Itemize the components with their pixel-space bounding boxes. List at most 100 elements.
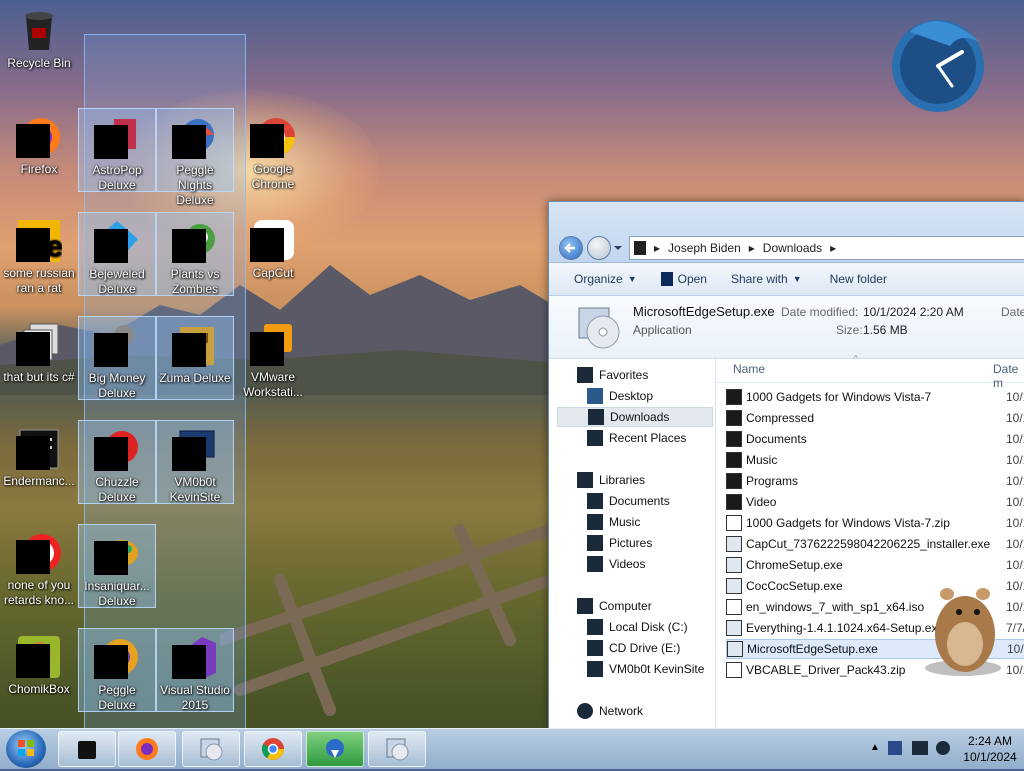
nav-label: VM0b0t KevinSite [609,662,705,676]
new-folder-button[interactable]: New folder [814,272,899,286]
desktop-icon-insaniquarium[interactable]: Insaniquar... Deluxe [78,524,156,608]
desktop-icon-peggle-nights[interactable]: Peggle Nights Deluxe [156,108,234,207]
folder-icon [634,241,646,255]
desktop-icon-firefox[interactable]: Firefox [0,108,78,192]
nav-network[interactable]: Network [577,701,643,721]
taskbar-installer-2[interactable] [368,731,426,767]
computer-icon [577,598,593,614]
nav-favorites[interactable]: Favorites [577,365,648,385]
file-row[interactable]: Video 10/1/ [726,492,1024,512]
tray-app-icon[interactable] [888,741,902,755]
desktop-icon-label: Zuma Deluxe [159,371,231,385]
desktop-icon-vm-kevinsite[interactable]: VM0b0t KevinSite [156,420,234,504]
game-icon [94,115,140,161]
nav-recent-places[interactable]: Recent Places [587,428,686,448]
desktop-icon-google-chrome[interactable]: Google Chrome [234,108,312,192]
nav-vm-site[interactable]: VM0b0t KevinSite [587,659,704,679]
breadcrumb-item[interactable]: Joseph Biden [668,241,741,255]
firefox-icon [136,738,158,760]
volume-icon[interactable] [936,741,950,755]
address-bar[interactable]: ▸ Joseph Biden ▸ Downloads ▸ [629,236,1024,260]
desktop-icon-big-money[interactable]: Big Money Deluxe [78,316,156,400]
desktop-icon-zuma[interactable]: Zuma Deluxe [156,316,234,400]
breadcrumb-separator: ▸ [830,241,837,255]
explorer-window[interactable]: ▸ Joseph Biden ▸ Downloads ▸ Organize ▼ … [548,201,1024,730]
nav-pictures[interactable]: Pictures [587,533,652,553]
desktop-icon-chuzzle[interactable]: Chuzzle Deluxe [78,420,156,504]
nav-label: Libraries [599,473,646,487]
chrome-icon [250,114,296,160]
share-with-button[interactable]: Share with ▼ [719,272,814,286]
nav-local-disk[interactable]: Local Disk (C:) [587,617,688,637]
desktop-icon-visual-studio[interactable]: Visual Studio 2015 [156,628,234,712]
file-row[interactable]: Compressed 10/1/ [726,408,1024,428]
column-header-date[interactable]: Date m [993,362,1024,390]
hamster-image [919,572,1009,682]
folder-icon [726,410,742,426]
file-date: 10/1/ [1006,453,1024,467]
taskbar-chrome[interactable] [244,731,302,767]
nav-label: Network [599,704,644,718]
file-row[interactable]: CapCut_7376222598042206225_installer.exe… [726,534,1024,554]
taskbar-download-manager[interactable] [306,731,364,767]
taskbar-recycle-bin[interactable] [58,731,116,767]
file-row[interactable]: Music 10/1/ [726,450,1024,470]
details-date-label: Date modified: [781,305,859,319]
clock-gadget[interactable] [880,12,998,116]
nav-downloads[interactable]: Downloads [557,407,713,427]
show-hidden-icons-arrow[interactable]: ▲ [870,742,880,753]
breadcrumb-item[interactable]: Downloads [763,241,822,255]
clock[interactable]: 2:24 AM 10/1/2024 [960,733,1020,765]
desktop-icon-recycle-bin[interactable]: Recycle Bin [0,2,78,86]
desktop-icon-label: Chuzzle Deluxe [95,475,139,504]
file-row[interactable]: 1000 Gadgets for Windows Vista-7 10/1/ [726,387,1024,407]
desktop-icon-capcut[interactable]: CapCut [234,212,312,296]
details-date-value: 10/1/2024 2:20 AM [863,305,964,319]
desktop-icon-astropop[interactable]: AstroPop Deluxe [78,108,156,192]
desktop-icon-chomikbox[interactable]: ChomikBox [0,628,78,712]
file-date: 10/1/ [1007,642,1024,656]
chevron-down-icon: ▼ [627,274,637,284]
organize-button[interactable]: Organize ▼ [549,272,649,286]
nav-libraries[interactable]: Libraries [577,470,645,490]
file-row[interactable]: 1000 Gadgets for Windows Vista-7.zip 10/1… [726,513,1024,533]
open-button[interactable]: Open [649,272,719,286]
forward-button[interactable] [587,236,611,260]
folder-icon [726,494,742,510]
taskbar-firefox[interactable] [118,731,176,767]
network-icon[interactable] [912,741,928,755]
column-headers: Name ^ Date m [716,354,1024,390]
desktop-icon-rat[interactable]: e some russian ran a rat [0,212,78,296]
recycle-bin-icon [16,8,62,54]
desktop-icon-endermanch[interactable]: Endermanc... [0,420,78,504]
nav-videos[interactable]: Videos [587,554,645,574]
file-name: Documents [746,432,807,446]
system-tray: ▲ 2:24 AM 10/1/2024 [844,729,1024,769]
desktop-icon-label: Insaniquar... Deluxe [84,579,150,608]
nav-music[interactable]: Music [587,512,640,532]
desktop-icon-bejeweled[interactable]: Bejeweled Deluxe [78,212,156,296]
sort-arrow-icon: ^ [854,354,858,363]
nav-documents[interactable]: Documents [587,491,670,511]
desktop-icon-label: ChomikBox [8,682,70,696]
desktop-icon-vmware[interactable]: VMware Workstati... [234,316,312,400]
start-button[interactable] [6,730,46,768]
desktop-icon-plants-vs-zombies[interactable]: Plants vs Zombies [156,212,234,296]
taskbar-installer-1[interactable] [182,731,240,767]
game-icon [172,115,218,161]
recent-pages-dropdown[interactable] [613,242,623,254]
nav-cd-drive[interactable]: CD Drive (E:) [587,638,680,658]
back-button[interactable] [559,236,583,260]
nav-computer[interactable]: Computer [577,596,652,616]
cd-drive-icon [587,640,603,656]
column-header-name[interactable]: Name [733,362,765,376]
explorer-toolbar: Organize ▼ Open Share with ▼ New folder [549,263,1024,296]
desktop-icon-peggle[interactable]: Peggle Deluxe [78,628,156,712]
file-row[interactable]: Documents 10/1/ [726,429,1024,449]
desktop-icon-csharp[interactable]: that but its c# [0,316,78,400]
nav-desktop[interactable]: Desktop [587,386,653,406]
game-icon [94,219,140,265]
nav-label: Favorites [599,368,649,382]
desktop-icon-none-of-you[interactable]: none of you retards kno... [0,524,78,608]
file-row[interactable]: Programs 10/1/ [726,471,1024,491]
